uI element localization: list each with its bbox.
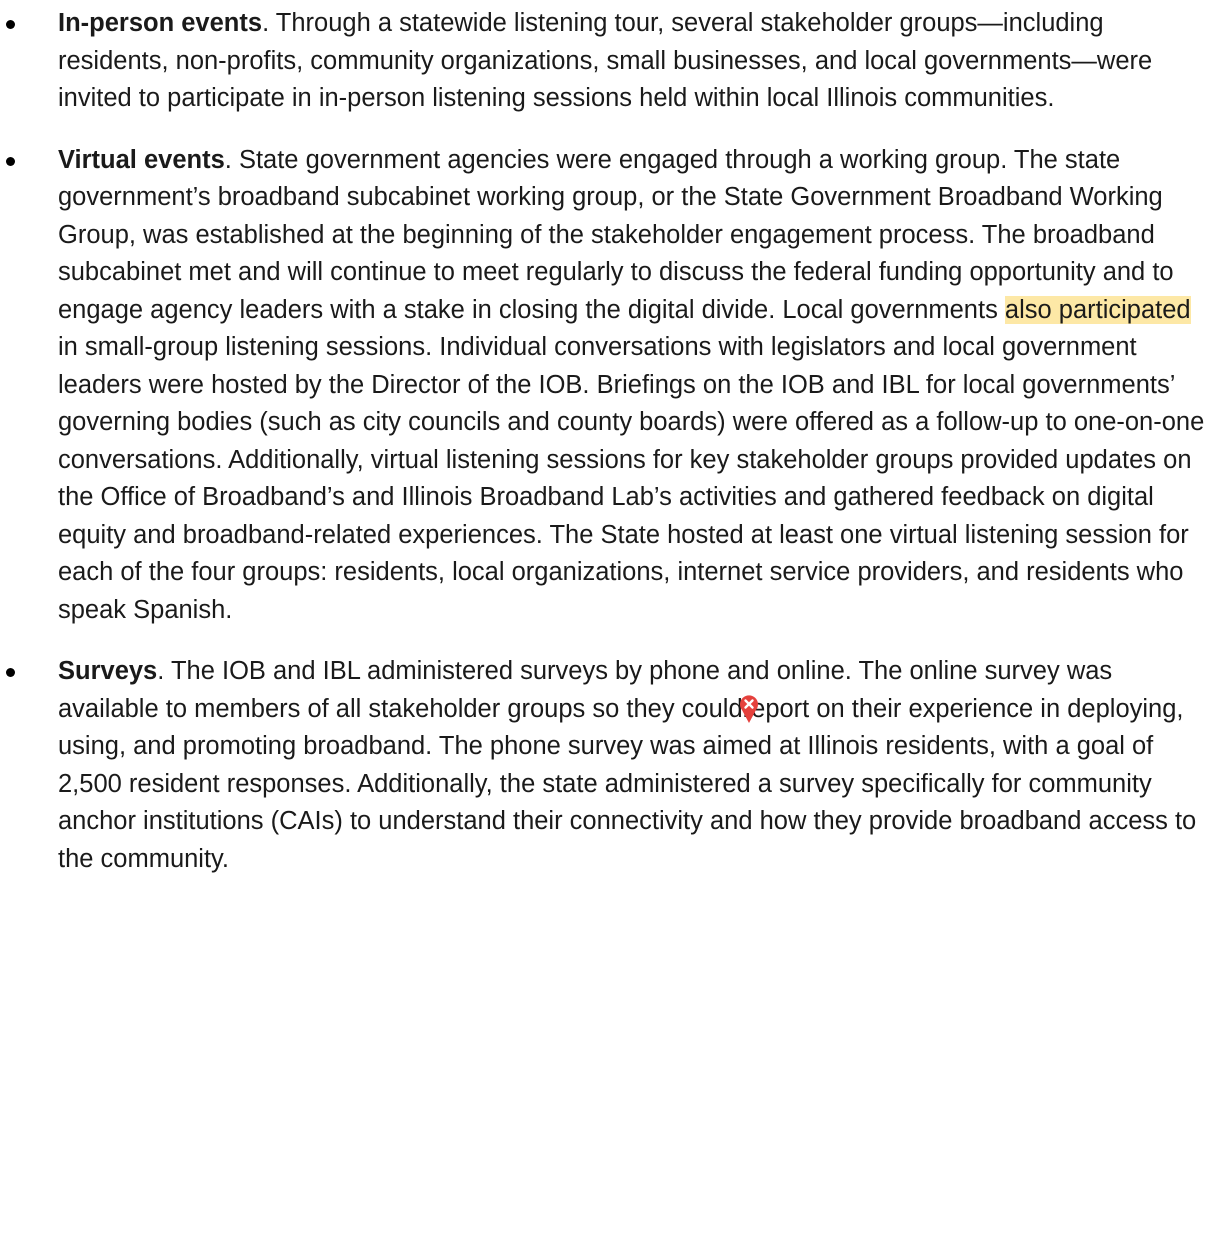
comment-pin-icon[interactable] <box>738 694 760 724</box>
item-heading: Surveys <box>58 657 158 685</box>
bullet-icon <box>6 156 15 166</box>
list-item-surveys: Surveys. The IOB and IBL administered su… <box>0 653 1220 878</box>
item-body-continued: in small-group listening sessions. Indiv… <box>58 333 1205 624</box>
bullet-icon <box>6 20 15 29</box>
list-item-in-person-events: In-person events. Through a statewide li… <box>0 5 1220 118</box>
document-page: In-person events. Through a statewide li… <box>0 5 1220 1250</box>
item-heading: Virtual events <box>58 145 225 174</box>
list-item-virtual-events: Virtual events. State government agencie… <box>0 142 1220 630</box>
highlighted-text[interactable]: also participated <box>1004 295 1191 324</box>
item-heading: In-person events <box>58 9 263 37</box>
bullet-icon <box>6 668 15 677</box>
bullet-list: In-person events. Through a statewide li… <box>0 5 1220 878</box>
